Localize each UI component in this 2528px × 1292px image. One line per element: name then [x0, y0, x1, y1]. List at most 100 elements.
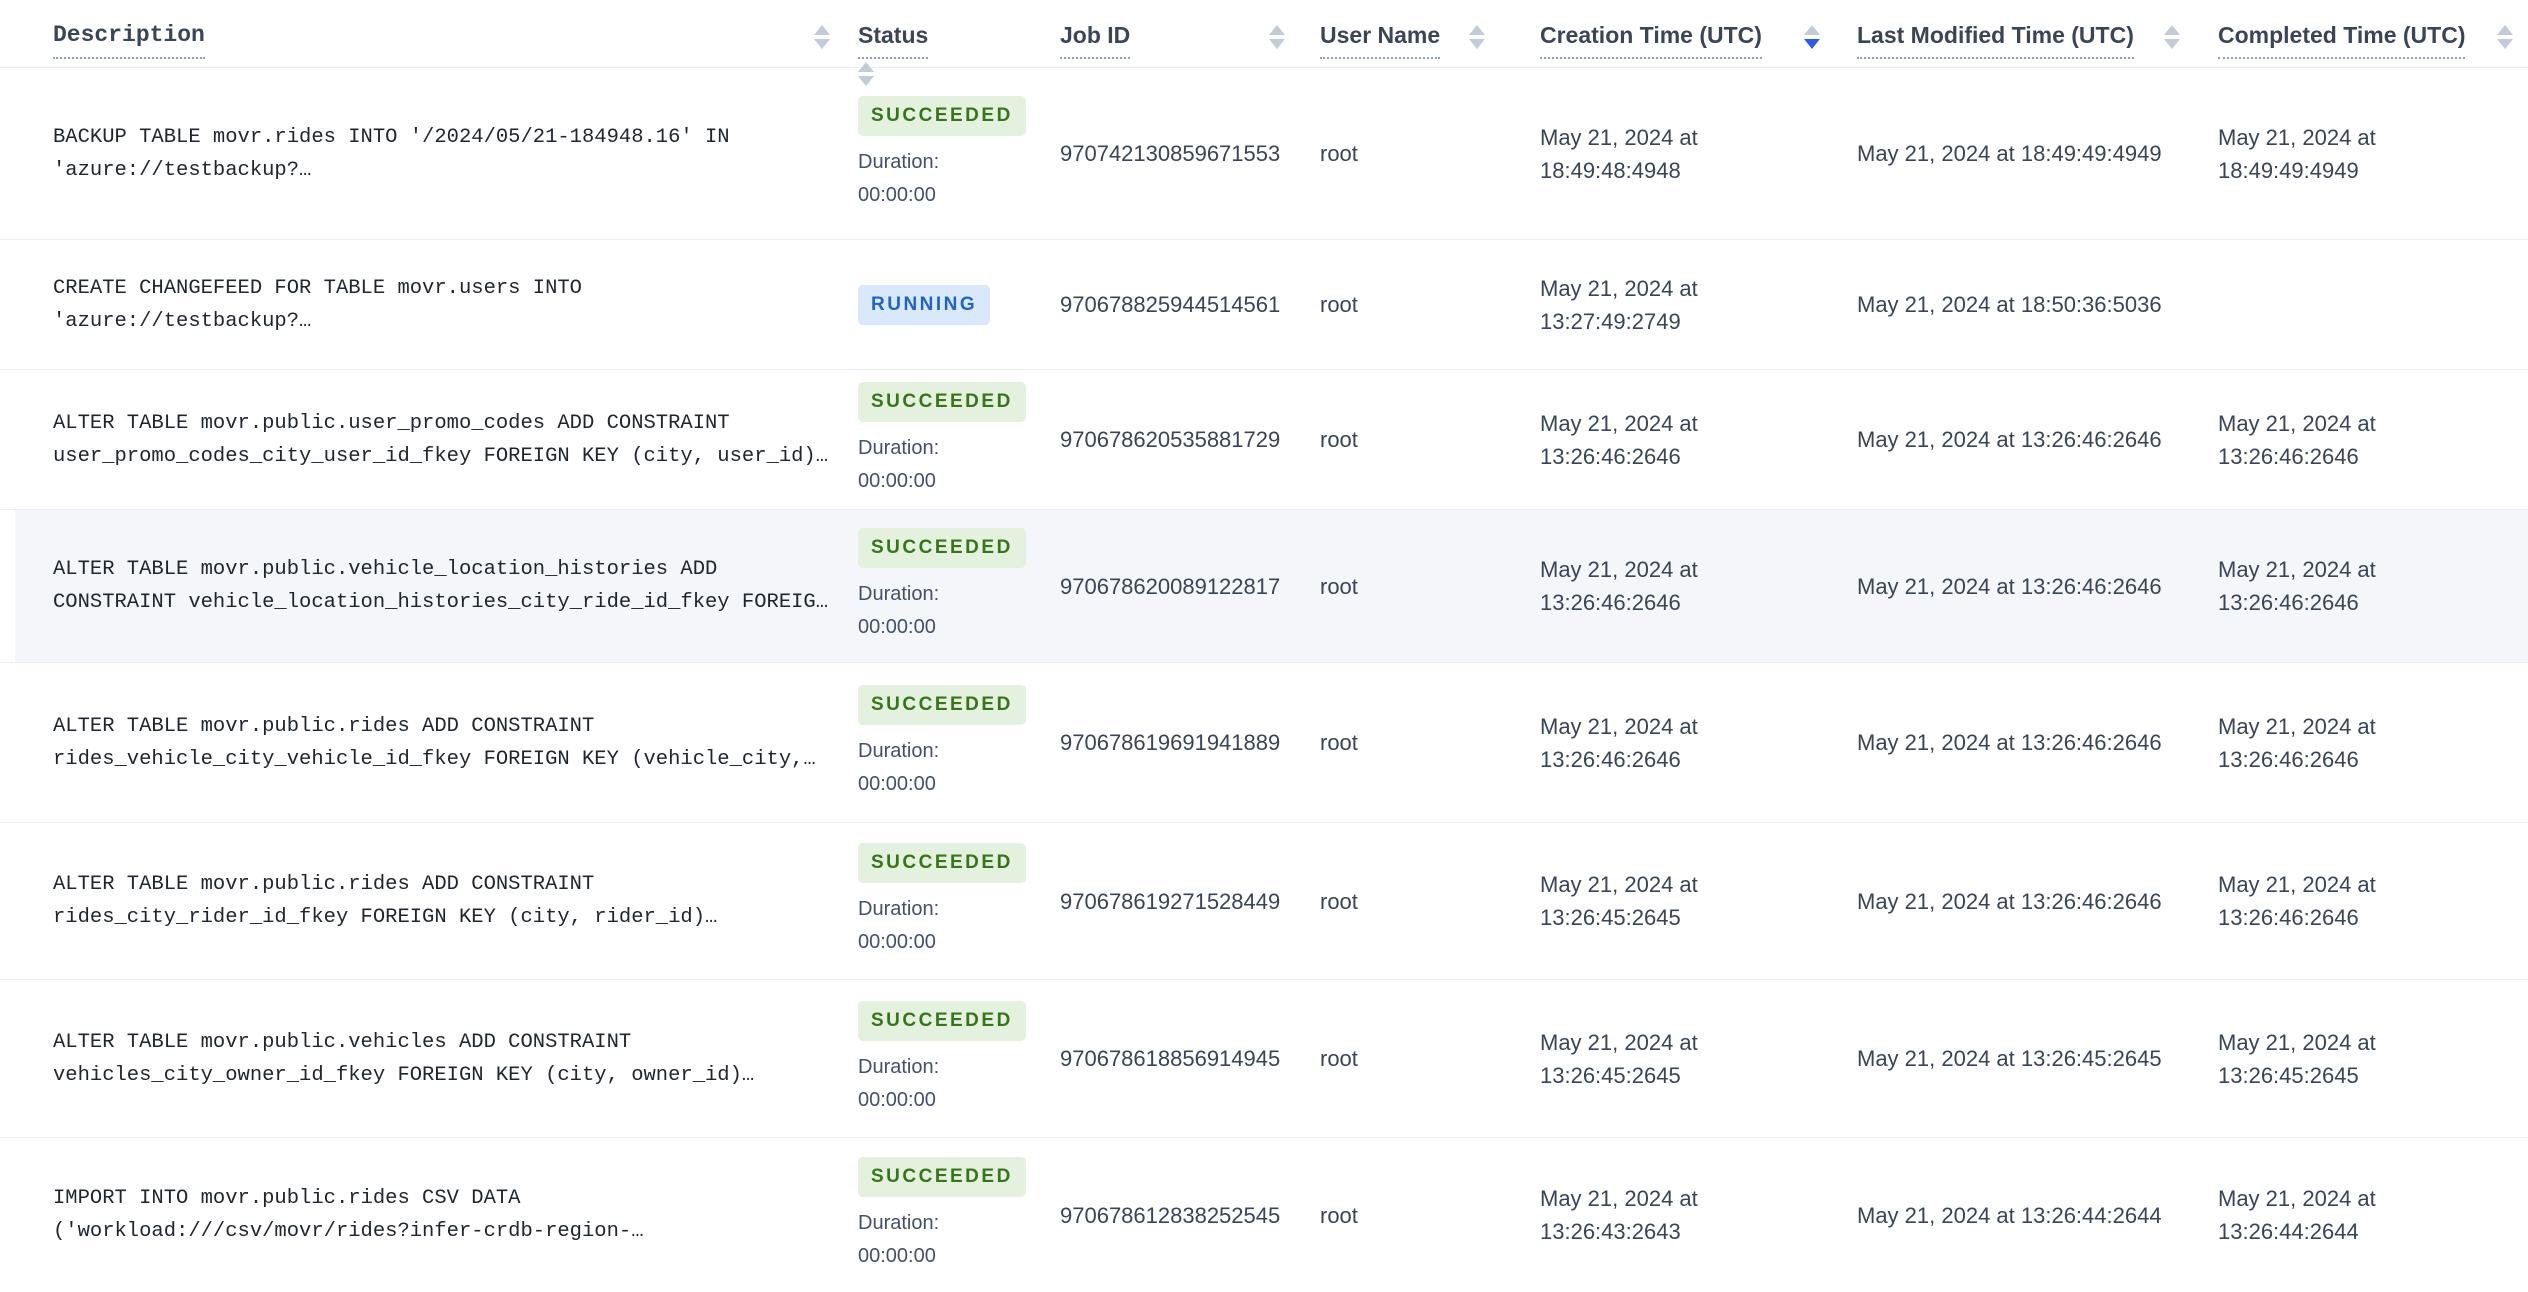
column-header-user-name[interactable]: User Name [1300, 22, 1500, 59]
sort-icon[interactable] [858, 62, 874, 86]
sort-icon[interactable] [2497, 25, 2513, 49]
status-cell: SUCCEEDED Duration: 00:00:00 [845, 1000, 1035, 1117]
completed-time: May 21, 2024 at 18:49:49:4949 [2218, 124, 2376, 183]
user-name: root [1320, 141, 1358, 166]
job-id: 970678619691941889 [1060, 730, 1281, 755]
sort-icon[interactable] [1269, 25, 1285, 49]
job-description-link[interactable]: IMPORT INTO movr.public.rides CSV DATA (… [0, 1182, 845, 1248]
user-name: root [1320, 888, 1358, 914]
creation-time: May 21, 2024 at 13:27:49:2749 [1540, 275, 1698, 334]
job-description-link[interactable]: CREATE CHANGEFEED FOR TABLE movr.users I… [0, 272, 845, 338]
column-header-last-modified-time[interactable]: Last Modified Time (UTC) [1835, 22, 2195, 59]
creation-time: May 21, 2024 at 13:26:45:2645 [1540, 1029, 1698, 1088]
column-header-completed-time[interactable]: Completed Time (UTC) [2195, 22, 2528, 59]
job-id: 970678619271528449 [1060, 888, 1281, 914]
duration-value: 00:00:00 [858, 772, 936, 795]
status-cell: SUCCEEDED Duration: 00:00:00 [845, 95, 1035, 212]
sort-down-icon [1804, 39, 1820, 49]
completed-time: May 21, 2024 at 13:26:46:2646 [2218, 713, 2376, 772]
user-name: root [1320, 427, 1358, 452]
column-label-completed-time[interactable]: Completed Time (UTC) [2218, 22, 2466, 59]
column-label-creation-time[interactable]: Creation Time (UTC) [1540, 22, 1762, 59]
status-cell: SUCCEEDED Duration: 00:00:00 [845, 528, 1035, 644]
job-description-link[interactable]: BACKUP TABLE movr.rides INTO '/2024/05/2… [0, 121, 845, 187]
sort-up-icon [858, 62, 874, 72]
sort-icon[interactable] [2164, 25, 2180, 49]
status-cell: SUCCEEDED Duration: 00:00:00 [845, 381, 1035, 498]
table-row: ALTER TABLE movr.public.rides ADD CONSTR… [0, 663, 2528, 823]
table-body: BACKUP TABLE movr.rides INTO '/2024/05/2… [0, 68, 2528, 1292]
column-label-user-name[interactable]: User Name [1320, 22, 1441, 59]
duration-label: Duration: [858, 583, 940, 605]
completed-time: May 21, 2024 at 13:26:45:2645 [2218, 1029, 2376, 1088]
job-description-link[interactable]: ALTER TABLE movr.public.rides ADD CONSTR… [0, 868, 845, 934]
status-badge: SUCCEEDED [858, 684, 1026, 725]
sort-up-icon [814, 25, 830, 35]
sort-down-icon [1269, 39, 1285, 49]
jobs-table: Description Status Job ID User Name Crea… [0, 0, 2528, 1292]
job-id: 970678825944514561 [1060, 292, 1281, 317]
column-header-description[interactable]: Description [0, 22, 845, 59]
user-name: root [1320, 730, 1358, 755]
job-description-link[interactable]: ALTER TABLE movr.public.vehicle_location… [0, 553, 845, 619]
last-modified-time: May 21, 2024 at 13:26:46:2646 [1857, 427, 2162, 452]
status-badge: SUCCEEDED [858, 381, 1026, 422]
sort-down-icon [814, 39, 830, 49]
table-row: CREATE CHANGEFEED FOR TABLE movr.users I… [0, 240, 2528, 370]
sort-up-icon [1469, 25, 1485, 35]
last-modified-time: May 21, 2024 at 18:49:49:4949 [1857, 141, 2162, 166]
duration-label: Duration: [858, 1212, 940, 1234]
duration-value: 00:00:00 [858, 469, 936, 492]
duration-label: Duration: [858, 1055, 940, 1078]
job-id: 970678620535881729 [1060, 427, 1281, 452]
duration-value: 00:00:00 [858, 1088, 936, 1111]
creation-time: May 21, 2024 at 13:26:43:2643 [1540, 1186, 1698, 1244]
job-id: 970742130859671553 [1060, 141, 1281, 166]
status-cell: SUCCEEDED Duration: 00:00:00 [845, 843, 1035, 959]
job-description-link[interactable]: ALTER TABLE movr.public.rides ADD CONSTR… [0, 710, 845, 776]
last-modified-time: May 21, 2024 at 13:26:46:2646 [1857, 730, 2162, 755]
column-label-description[interactable]: Description [53, 22, 205, 59]
status-badge: RUNNING [858, 284, 991, 325]
duration-label: Duration: [858, 150, 940, 173]
sort-down-icon [2497, 39, 2513, 49]
status-cell: RUNNING [845, 284, 1035, 325]
creation-time: May 21, 2024 at 13:26:46:2646 [1540, 713, 1698, 772]
job-id: 970678620089122817 [1060, 573, 1281, 599]
last-modified-time: May 21, 2024 at 18:50:36:5036 [1857, 292, 2162, 317]
column-label-status[interactable]: Status [858, 22, 929, 59]
completed-time: May 21, 2024 at 13:26:46:2646 [2218, 557, 2376, 615]
sort-down-icon [1469, 39, 1485, 49]
sort-down-icon [2164, 39, 2180, 49]
table-row: ALTER TABLE movr.public.user_promo_codes… [0, 370, 2528, 510]
table-row: IMPORT INTO movr.public.rides CSV DATA (… [0, 1138, 2528, 1292]
column-header-status[interactable]: Status [845, 22, 1035, 86]
duration-value: 00:00:00 [858, 183, 936, 206]
column-header-job-id[interactable]: Job ID [1035, 22, 1300, 59]
sort-icon-active-desc[interactable] [1804, 25, 1820, 49]
job-id: 970678618856914945 [1060, 1046, 1281, 1071]
last-modified-time: May 21, 2024 at 13:26:45:2645 [1857, 1046, 2162, 1071]
job-description-link[interactable]: ALTER TABLE movr.public.user_promo_codes… [0, 407, 845, 473]
job-description-link[interactable]: ALTER TABLE movr.public.vehicles ADD CON… [0, 1026, 845, 1092]
sort-down-icon [858, 76, 874, 86]
sort-icon[interactable] [1469, 25, 1485, 49]
column-label-job-id[interactable]: Job ID [1060, 22, 1131, 59]
table-row: ALTER TABLE movr.public.vehicles ADD CON… [0, 980, 2528, 1138]
completed-time: May 21, 2024 at 13:26:46:2646 [2218, 410, 2376, 469]
sort-icon[interactable] [814, 25, 830, 49]
column-header-creation-time[interactable]: Creation Time (UTC) [1500, 22, 1835, 59]
last-modified-time: May 21, 2024 at 13:26:44:2644 [1857, 1202, 2162, 1228]
table-row-highlighted: ALTER TABLE movr.public.vehicle_location… [0, 510, 2528, 663]
completed-time: May 21, 2024 at 13:26:44:2644 [2218, 1186, 2376, 1244]
job-id: 970678612838252545 [1060, 1202, 1281, 1228]
last-modified-time: May 21, 2024 at 13:26:46:2646 [1857, 888, 2162, 914]
sort-up-icon [1804, 25, 1820, 35]
creation-time: May 21, 2024 at 18:49:48:4948 [1540, 124, 1698, 183]
sort-up-icon [1269, 25, 1285, 35]
status-badge: SUCCEEDED [858, 1000, 1026, 1041]
status-badge: SUCCEEDED [858, 95, 1026, 136]
creation-time: May 21, 2024 at 13:26:45:2645 [1540, 872, 1698, 930]
sort-up-icon [2497, 25, 2513, 35]
column-label-last-modified-time[interactable]: Last Modified Time (UTC) [1857, 22, 2134, 59]
